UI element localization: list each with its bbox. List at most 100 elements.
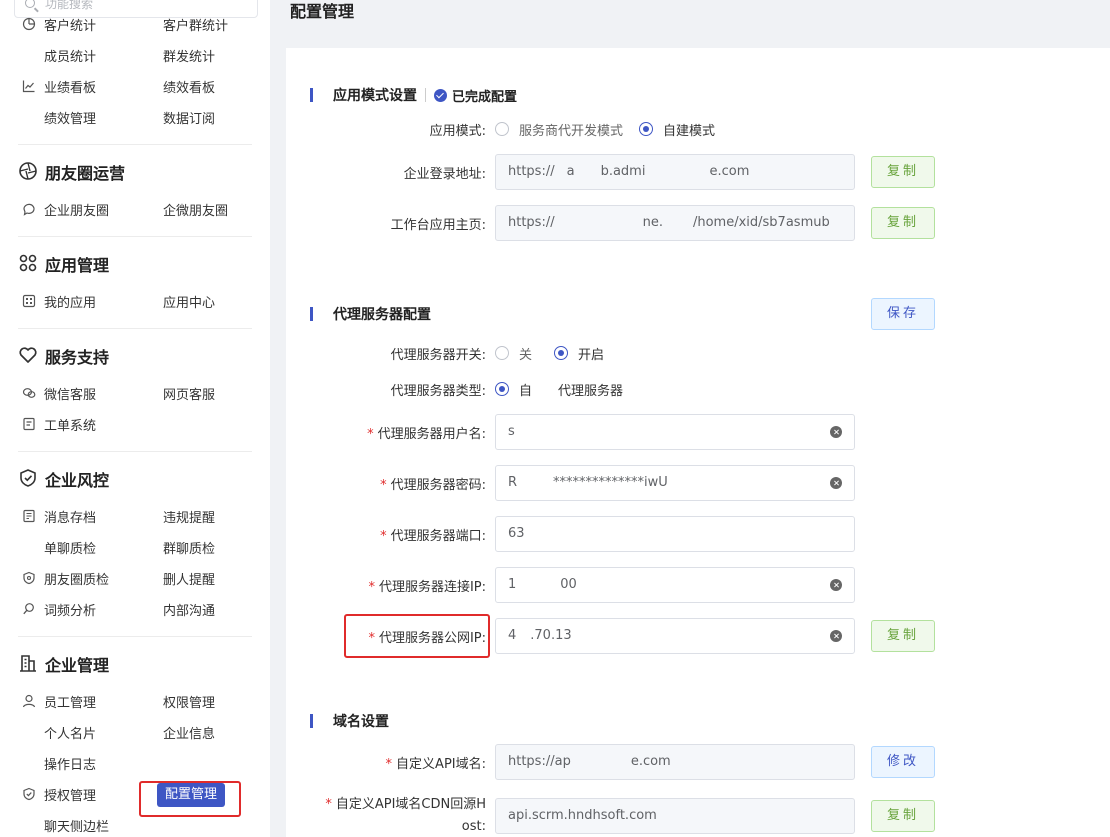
radio-label[interactable]: 关 xyxy=(519,344,532,363)
wechat-icon xyxy=(22,388,36,398)
nav-row: 员工管理 权限管理 xyxy=(0,691,270,711)
building-icon xyxy=(20,655,36,672)
nav-violation-alert[interactable]: 违规提醒 xyxy=(163,507,215,526)
nav-word-frequency[interactable]: 词频分析 xyxy=(44,600,96,619)
nav-group-chat-qc[interactable]: 群聊质检 xyxy=(163,538,215,557)
copy-workbench-home-button[interactable]: 复制 xyxy=(871,207,935,239)
apps-icon xyxy=(22,294,36,308)
nav-delete-alert[interactable]: 删人提醒 xyxy=(163,569,215,588)
field-value: e.com xyxy=(630,754,671,769)
radio-proxy-on[interactable] xyxy=(554,346,569,360)
field-value: R xyxy=(508,475,518,490)
heart-icon xyxy=(19,347,37,363)
nav-single-chat-qc[interactable]: 单聊质检 xyxy=(44,538,96,557)
group-proxy: 代理服务器配置 xyxy=(310,304,431,324)
pie-chart-icon xyxy=(22,17,36,31)
nav-row: 企业朋友圈 企微朋友圈 xyxy=(0,199,270,219)
nav-row: 朋友圈质检 删人提醒 xyxy=(0,568,270,588)
radio-provider-mode[interactable] xyxy=(495,122,509,136)
divider xyxy=(18,144,252,145)
nav-kpi-management[interactable]: 绩效管理 xyxy=(44,108,96,127)
clear-icon[interactable] xyxy=(830,630,842,642)
copy-cdn-origin-button[interactable]: 复制 xyxy=(871,800,935,832)
cdn-origin-host-field[interactable]: api.scrm.hndhsoft.com xyxy=(495,798,855,834)
nav-my-apps[interactable]: 我的应用 xyxy=(44,292,96,311)
nav-ticket-system[interactable]: 工单系统 xyxy=(44,415,96,434)
nav-moments-qc[interactable]: 朋友圈质检 xyxy=(44,569,109,588)
nav-permission-management[interactable]: 权限管理 xyxy=(163,692,215,711)
field-value: 1 xyxy=(508,577,517,592)
nav-enterprise-moments[interactable]: 企业朋友圈 xyxy=(44,200,109,219)
field-value: 00 xyxy=(560,577,577,592)
nav-row: 单聊质检 群聊质检 xyxy=(0,537,270,557)
nav-message-archive[interactable]: 消息存档 xyxy=(44,507,96,526)
proxy-port-field[interactable]: 63 xyxy=(495,516,855,552)
save-proxy-button[interactable]: 保存 xyxy=(871,298,935,330)
radio-label[interactable]: 代理服务器 xyxy=(558,380,623,399)
radio-proxy-type[interactable] xyxy=(495,382,509,396)
proxy-type-radio-group: 自 代理服务器 xyxy=(495,379,623,399)
field-value: /home/xid/sb7asmub xyxy=(692,215,830,230)
clear-icon[interactable] xyxy=(830,579,842,591)
proxy-password-field[interactable]: R **************iwU xyxy=(495,465,855,501)
radio-label[interactable]: 开启 xyxy=(578,344,604,363)
nav-staff-management[interactable]: 员工管理 xyxy=(44,692,96,711)
proxy-connect-ip-field[interactable]: 1 00 xyxy=(495,567,855,603)
login-url-field[interactable]: https:// a b.admi e.com xyxy=(495,154,855,190)
section-apps: 应用管理 xyxy=(0,250,270,276)
radio-proxy-off[interactable] xyxy=(495,346,509,360)
nav-internal-comm[interactable]: 内部沟通 xyxy=(163,600,215,619)
nav-business-card[interactable]: 个人名片 xyxy=(44,723,96,742)
proxy-switch-label: 代理服务器开关: xyxy=(390,348,486,363)
api-domain-field[interactable]: https://ap e.com xyxy=(495,744,855,780)
nav-row: 授权管理 xyxy=(0,784,270,804)
shield-check-icon xyxy=(23,787,35,801)
nav-broadcast-stats[interactable]: 群发统计 xyxy=(163,46,215,65)
nav-row: 工单系统 xyxy=(0,414,270,434)
workbench-home-field[interactable]: https:// ne. /home/xid/sb7asmub xyxy=(495,205,855,241)
clear-icon[interactable] xyxy=(830,426,842,438)
group-accent-bar xyxy=(310,307,313,321)
nav-group-stats[interactable]: 客户群统计 xyxy=(163,15,228,34)
proxy-public-ip-field[interactable]: 4 .70.13 xyxy=(495,618,855,654)
clear-icon[interactable] xyxy=(830,477,842,489)
radio-label[interactable]: 服务商代开发模式 xyxy=(519,120,623,139)
radio-label[interactable]: 自建模式 xyxy=(663,120,715,139)
proxy-switch-radio-group: 关 开启 xyxy=(495,343,604,363)
field-value: 63 xyxy=(508,526,525,541)
nav-customer-stats[interactable]: 客户统计 xyxy=(44,15,96,34)
nav-enterprise-info[interactable]: 企业信息 xyxy=(163,723,215,742)
nav-wechat-service[interactable]: 微信客服 xyxy=(44,384,96,403)
workbench-home-label: 工作台应用主页: xyxy=(390,218,486,233)
proxy-port-label: * 代理服务器端口: xyxy=(380,529,486,544)
section-title: 企业管理 xyxy=(45,656,110,675)
nav-authorization[interactable]: 授权管理 xyxy=(44,785,96,804)
nav-row: 微信客服 网页客服 xyxy=(0,383,270,403)
nav-web-service[interactable]: 网页客服 xyxy=(163,384,215,403)
group-accent-bar xyxy=(310,88,313,102)
proxy-username-field[interactable]: s xyxy=(495,414,855,450)
field-value: ne. xyxy=(642,215,663,230)
nav-app-center[interactable]: 应用中心 xyxy=(163,292,215,311)
proxy-username-label: * 代理服务器用户名: xyxy=(367,427,486,442)
nav-kpi-board[interactable]: 绩效看板 xyxy=(163,77,215,96)
nav-chat-sidebar[interactable]: 聊天侧边栏 xyxy=(44,816,109,835)
page-title: 配置管理 xyxy=(290,2,355,21)
nav-data-subscription[interactable]: 数据订阅 xyxy=(163,108,215,127)
section-title: 应用管理 xyxy=(45,256,110,275)
radio-self-built-mode[interactable] xyxy=(639,122,654,136)
radio-label[interactable]: 自 xyxy=(519,380,532,399)
nav-config-management-active[interactable]: 配置管理 xyxy=(157,783,225,807)
section-enterprise: 企业管理 xyxy=(0,650,270,676)
edit-api-domain-button[interactable]: 修改 xyxy=(871,746,935,778)
nav-operation-log[interactable]: 操作日志 xyxy=(44,754,96,773)
nav-member-stats[interactable]: 成员统计 xyxy=(44,46,96,65)
nav-performance-board[interactable]: 业绩看板 xyxy=(44,77,96,96)
copy-public-ip-button[interactable]: 复制 xyxy=(871,620,935,652)
app-mode-label: 应用模式: xyxy=(429,124,486,139)
aperture-icon xyxy=(19,162,37,180)
archive-icon xyxy=(23,509,35,523)
nav-wecom-moments[interactable]: 企微朋友圈 xyxy=(163,200,228,219)
copy-login-url-button[interactable]: 复制 xyxy=(871,156,935,188)
nav-row: 个人名片 企业信息 xyxy=(0,722,270,742)
